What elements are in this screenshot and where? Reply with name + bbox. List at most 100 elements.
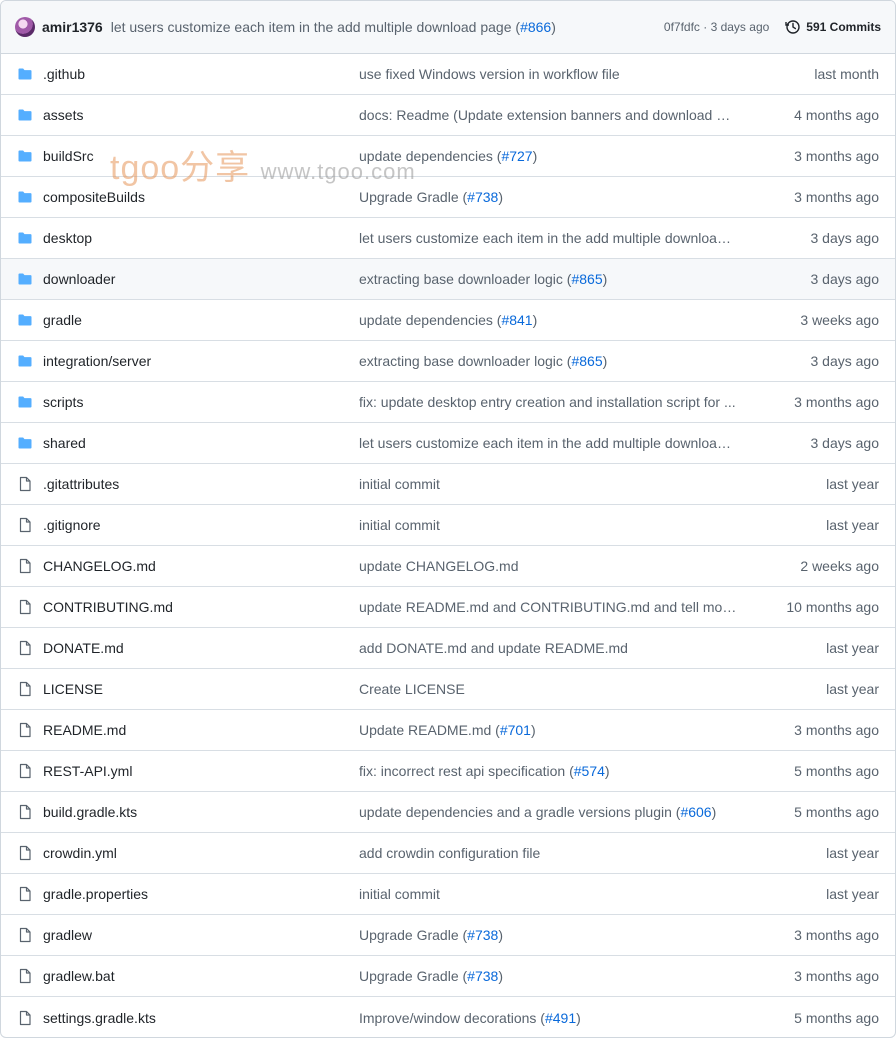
file-row[interactable]: compositeBuilds Upgrade Gradle (#738) 3 mo… (1, 177, 895, 218)
file-commit-text[interactable]: update dependencies ( (359, 312, 501, 328)
file-row[interactable]: DONATE.md add DONATE.md and update README… (1, 628, 895, 669)
file-commit-message[interactable]: add DONATE.md and update README.md (359, 640, 745, 656)
file-commit-pr-link[interactable]: #738 (467, 189, 498, 205)
file-commit-message[interactable]: Upgrade Gradle (#738) (359, 189, 745, 205)
file-name[interactable]: gradle (43, 312, 359, 328)
file-commit-message[interactable]: add crowdin configuration file (359, 845, 745, 861)
file-name[interactable]: README.md (43, 722, 359, 738)
file-name[interactable]: settings.gradle.kts (43, 1010, 359, 1026)
file-name[interactable]: crowdin.yml (43, 845, 359, 861)
file-name[interactable]: shared (43, 435, 359, 451)
file-commit-message[interactable]: Upgrade Gradle (#738) (359, 927, 745, 943)
file-row[interactable]: settings.gradle.kts Improve/window decora… (1, 997, 895, 1037)
file-row[interactable]: LICENSE Create LICENSE last year (1, 669, 895, 710)
file-commit-message[interactable]: Upgrade Gradle (#738) (359, 968, 745, 984)
file-name[interactable]: CONTRIBUTING.md (43, 599, 359, 615)
file-commit-message[interactable]: update README.md and CONTRIBUTING.md and… (359, 599, 745, 615)
file-row[interactable]: .gitignore initial commit last year (1, 505, 895, 546)
file-commit-text[interactable]: Update README.md ( (359, 722, 500, 738)
file-row[interactable]: integration/server extracting base downlo… (1, 341, 895, 382)
file-commit-pr-link[interactable]: #865 (571, 353, 602, 369)
file-name[interactable]: CHANGELOG.md (43, 558, 359, 574)
file-commit-message[interactable]: docs: Readme (Update extension banners a… (359, 107, 745, 123)
file-commit-text[interactable]: update dependencies ( (359, 148, 501, 164)
file-row[interactable]: .github use fixed Windows version in work… (1, 54, 895, 95)
file-commit-message[interactable]: Create LICENSE (359, 681, 745, 697)
file-row[interactable]: shared let users customize each item in t… (1, 423, 895, 464)
file-row[interactable]: .gitattributes initial commit last year (1, 464, 895, 505)
file-commit-text[interactable]: extracting base downloader logic ( (359, 353, 571, 369)
file-commit-message[interactable]: update dependencies and a gradle version… (359, 804, 745, 820)
file-commit-pr-link[interactable]: #606 (680, 804, 711, 820)
file-name[interactable]: DONATE.md (43, 640, 359, 656)
file-commit-message[interactable]: let users customize each item in the add… (359, 435, 745, 451)
file-commit-text[interactable]: extracting base downloader logic ( (359, 271, 571, 287)
file-row[interactable]: scripts fix: update desktop entry creatio… (1, 382, 895, 423)
file-row[interactable]: assets docs: Readme (Update extension ban… (1, 95, 895, 136)
file-name[interactable]: integration/server (43, 353, 359, 369)
file-commit-message[interactable]: update CHANGELOG.md (359, 558, 745, 574)
file-commit-text[interactable]: fix: update desktop entry creation and i… (359, 394, 736, 410)
file-commit-text[interactable]: add DONATE.md and update README.md (359, 640, 628, 656)
commit-pr-link[interactable]: #866 (520, 19, 551, 35)
file-commit-message[interactable]: extracting base downloader logic (#865) (359, 353, 745, 369)
file-commit-text[interactable]: initial commit (359, 476, 440, 492)
avatar[interactable] (15, 17, 35, 37)
file-commit-message[interactable]: fix: incorrect rest api specification (#… (359, 763, 745, 779)
file-commit-message[interactable]: use fixed Windows version in workflow fi… (359, 66, 745, 82)
file-commit-message[interactable]: update dependencies (#841) (359, 312, 745, 328)
commit-message[interactable]: let users customize each item in the add… (111, 19, 664, 35)
file-row[interactable]: gradle.properties initial commit last year (1, 874, 895, 915)
file-commit-message[interactable]: initial commit (359, 886, 745, 902)
file-commit-text[interactable]: use fixed Windows version in workflow fi… (359, 66, 620, 82)
file-row[interactable]: desktop let users customize each item in … (1, 218, 895, 259)
file-commit-text[interactable]: update CHANGELOG.md (359, 558, 519, 574)
file-row[interactable]: CHANGELOG.md update CHANGELOG.md 2 weeks a… (1, 546, 895, 587)
file-commit-message[interactable]: extracting base downloader logic (#865) (359, 271, 745, 287)
file-commit-pr-link[interactable]: #727 (501, 148, 532, 164)
file-commit-text[interactable]: Upgrade Gradle ( (359, 189, 467, 205)
file-name[interactable]: downloader (43, 271, 359, 287)
file-commit-text[interactable]: Create LICENSE (359, 681, 465, 697)
file-commit-text[interactable]: Upgrade Gradle ( (359, 927, 467, 943)
file-row[interactable]: gradlew Upgrade Gradle (#738) 3 months ago (1, 915, 895, 956)
file-row[interactable]: build.gradle.kts update dependencies and … (1, 792, 895, 833)
file-name[interactable]: gradlew (43, 927, 359, 943)
file-row[interactable]: downloader extracting base downloader log… (1, 259, 895, 300)
file-name[interactable]: gradlew.bat (43, 968, 359, 984)
file-commit-pr-link[interactable]: #738 (467, 968, 498, 984)
file-commit-pr-link[interactable]: #491 (545, 1010, 576, 1026)
commits-count[interactable]: 591 Commits (806, 20, 881, 34)
file-commit-pr-link[interactable]: #574 (574, 763, 605, 779)
file-commit-message[interactable]: initial commit (359, 476, 745, 492)
file-commit-text[interactable]: add crowdin configuration file (359, 845, 540, 861)
file-commit-text[interactable]: let users customize each item in the add… (359, 435, 740, 451)
file-commit-pr-link[interactable]: #701 (500, 722, 531, 738)
file-commit-text[interactable]: docs: Readme (Update extension banners a… (359, 107, 743, 123)
file-commit-message[interactable]: update dependencies (#727) (359, 148, 745, 164)
file-name[interactable]: build.gradle.kts (43, 804, 359, 820)
file-commit-text[interactable]: Improve/window decorations ( (359, 1010, 545, 1026)
file-name[interactable]: .gitignore (43, 517, 359, 533)
file-name[interactable]: buildSrc (43, 148, 359, 164)
file-row[interactable]: README.md Update README.md (#701) 3 months… (1, 710, 895, 751)
file-commit-pr-link[interactable]: #865 (571, 271, 602, 287)
file-name[interactable]: .gitattributes (43, 476, 359, 492)
file-commit-text[interactable]: fix: incorrect rest api specification ( (359, 763, 574, 779)
file-commit-text[interactable]: initial commit (359, 517, 440, 533)
file-commit-message[interactable]: let users customize each item in the add… (359, 230, 745, 246)
file-commit-text[interactable]: update dependencies and a gradle version… (359, 804, 680, 820)
file-commit-message[interactable]: initial commit (359, 517, 745, 533)
file-name[interactable]: LICENSE (43, 681, 359, 697)
file-row[interactable]: REST-API.yml fix: incorrect rest api spec… (1, 751, 895, 792)
file-commit-text[interactable]: initial commit (359, 886, 440, 902)
file-row[interactable]: crowdin.yml add crowdin configuration fil… (1, 833, 895, 874)
file-row[interactable]: gradle update dependencies (#841) 3 weeks … (1, 300, 895, 341)
file-name[interactable]: assets (43, 107, 359, 123)
file-commit-text[interactable]: let users customize each item in the add… (359, 230, 740, 246)
commit-sha-time[interactable]: 0f7fdfc · 3 days ago (664, 20, 769, 34)
file-name[interactable]: .github (43, 66, 359, 82)
file-name[interactable]: gradle.properties (43, 886, 359, 902)
file-name[interactable]: REST-API.yml (43, 763, 359, 779)
commit-message-text[interactable]: let users customize each item in the add… (111, 19, 520, 35)
